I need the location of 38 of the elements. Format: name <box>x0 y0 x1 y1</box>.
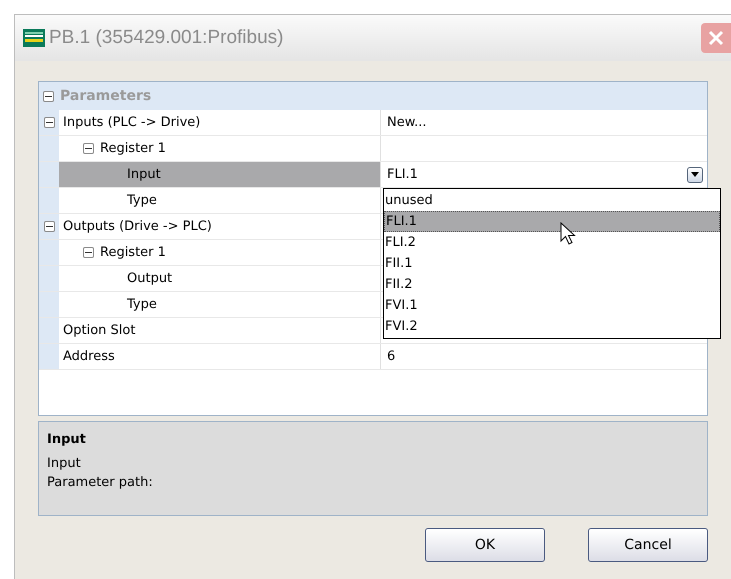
property-label: Option Slot <box>63 322 136 340</box>
ok-button[interactable]: OK <box>425 528 545 562</box>
property-label: Type <box>127 192 157 210</box>
dropdown-option[interactable]: FLI.2 <box>384 232 720 253</box>
dropdown-option[interactable]: FVI.2 <box>384 316 720 337</box>
property-label: Address <box>63 348 115 366</box>
property-label: Register 1 <box>100 140 166 158</box>
collapse-icon[interactable] <box>44 117 54 128</box>
description-title: Input <box>47 431 87 449</box>
property-name-cell[interactable]: Input <box>59 162 381 187</box>
property-label: Type <box>127 296 157 314</box>
mouse-cursor-icon <box>560 222 576 246</box>
property-value: FLI.1 <box>387 166 418 184</box>
description-text: Input <box>47 454 82 472</box>
property-label: Register 1 <box>100 244 166 262</box>
collapse-icon[interactable] <box>83 247 94 258</box>
collapse-icon[interactable] <box>83 143 94 154</box>
caret-icon <box>691 172 699 177</box>
parameter-path: Parameter path: <box>47 474 154 492</box>
dropdown-option[interactable]: FII.2 <box>384 274 720 295</box>
property-value: New... <box>387 114 427 132</box>
window-title: PB.1 (355429.001:Profibus) <box>49 26 284 50</box>
dropdown-option[interactable]: unused <box>384 190 720 211</box>
property-label: Output <box>127 270 172 288</box>
cancel-button[interactable]: Cancel <box>588 528 708 562</box>
collapse-icon[interactable] <box>43 90 54 102</box>
dropdown-option[interactable]: FII.1 <box>384 253 720 274</box>
dropdown-option[interactable]: FLI.1 <box>384 211 720 232</box>
dropdown-button[interactable] <box>687 166 703 182</box>
category-label: Parameters <box>60 86 152 106</box>
close-icon <box>708 30 724 46</box>
property-label: Outputs (Drive -> PLC) <box>63 218 212 236</box>
property-value: 6 <box>387 348 396 366</box>
property-label: Inputs (PLC -> Drive) <box>63 114 200 132</box>
logo-icon <box>23 29 45 47</box>
property-label: Input <box>127 166 161 184</box>
collapse-icon[interactable] <box>44 221 54 232</box>
dropdown-option[interactable]: FVI.1 <box>384 295 720 316</box>
